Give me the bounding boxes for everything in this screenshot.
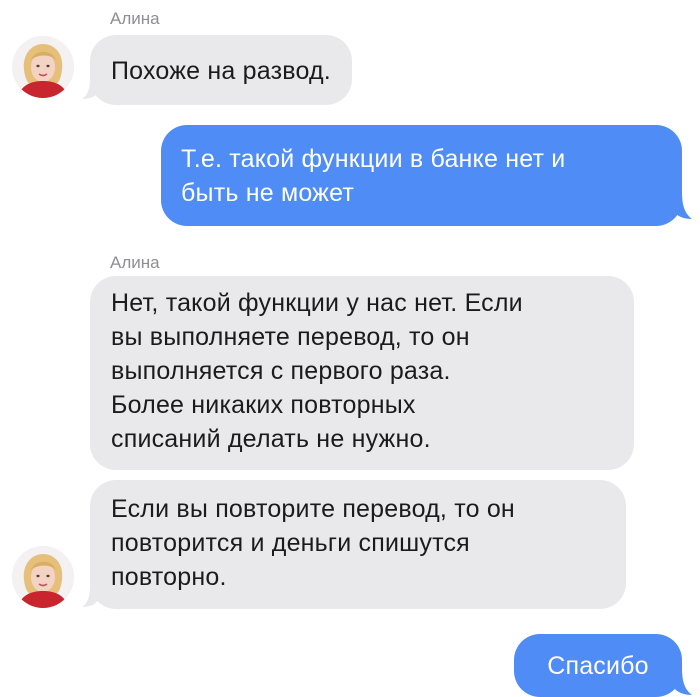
message-bubble-outgoing[interactable]: Спасибо [514,634,682,697]
sender-name: Алина [110,9,160,28]
message-bubble-incoming[interactable]: Если вы повторите перевод, то он повтори… [90,480,626,609]
message-bubble-incoming[interactable]: Похоже на развод. [90,35,352,105]
message-bubble-incoming[interactable]: Нет, такой функции у нас нет. Если вы вы… [90,276,634,470]
avatar-photo-icon [12,546,74,608]
message-bubble-outgoing[interactable]: Т.е. такой функции в банке нет и быть не… [161,125,682,226]
sender-name: Алина [110,253,160,272]
avatar[interactable] [12,546,74,608]
avatar[interactable] [12,36,74,98]
avatar-photo-icon [12,36,74,98]
